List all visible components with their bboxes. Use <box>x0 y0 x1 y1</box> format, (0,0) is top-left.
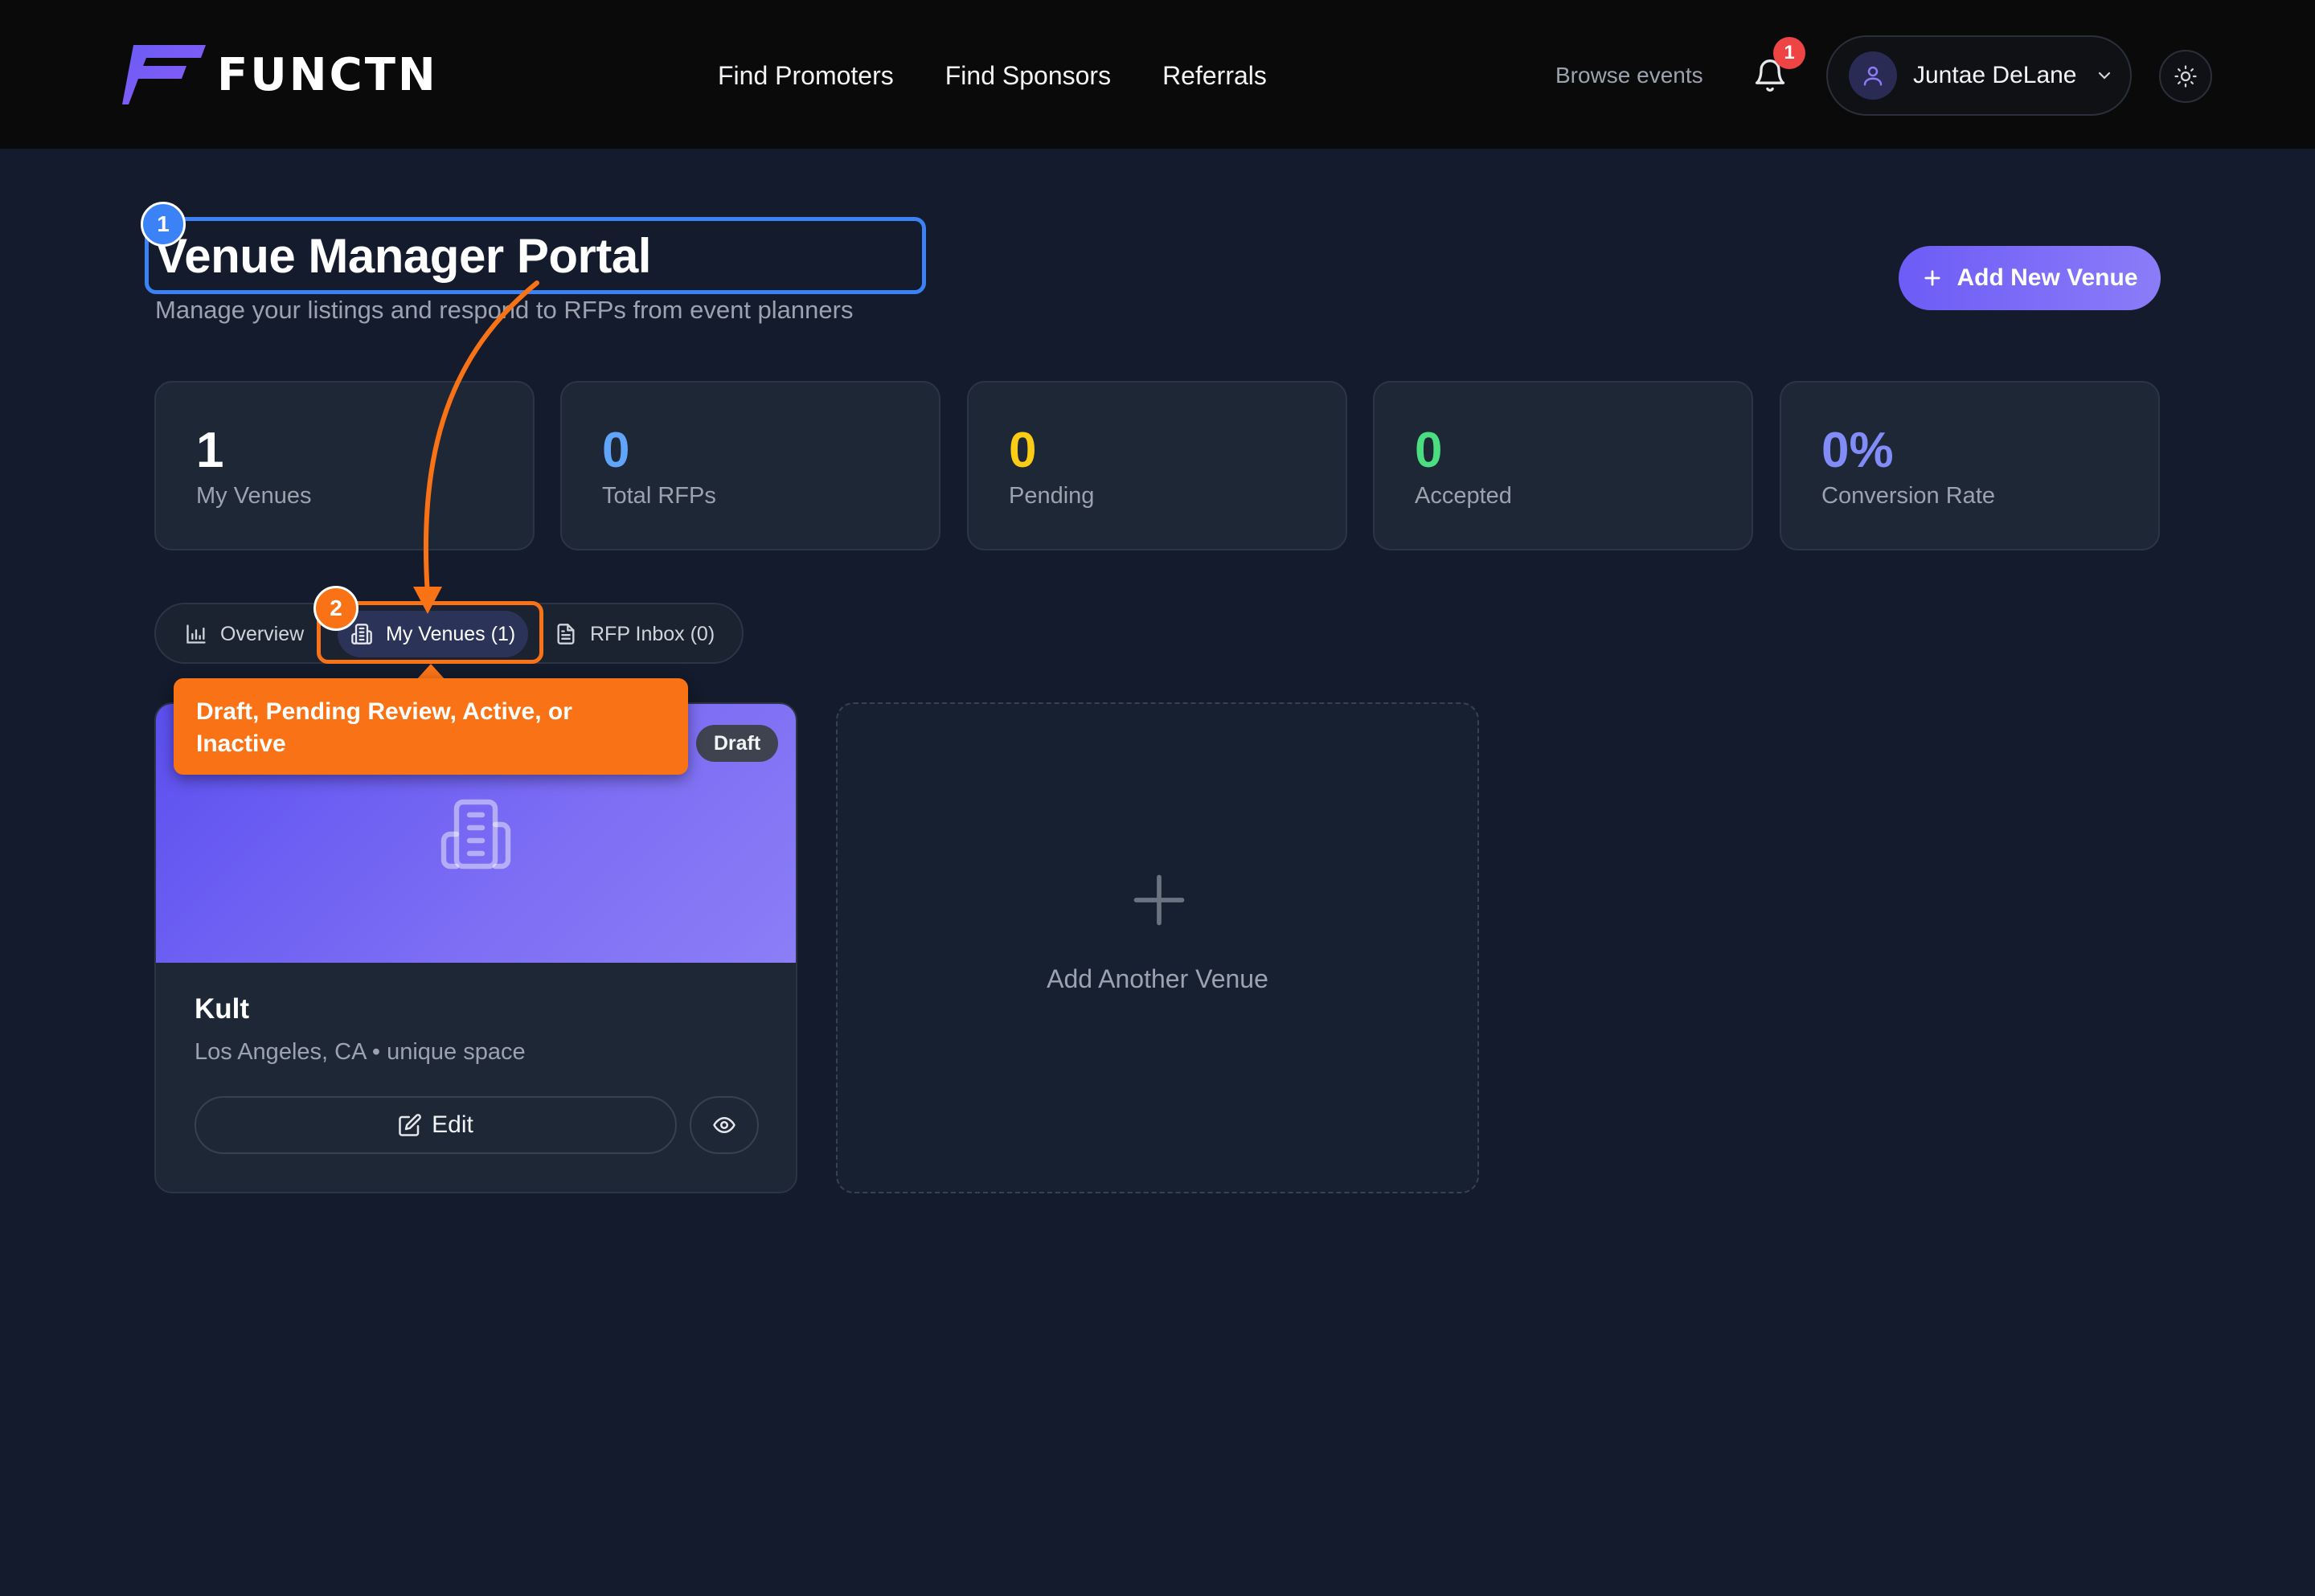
functn-logo[interactable]: FUNCTN <box>122 45 438 104</box>
add-another-venue-label: Add Another Venue <box>1047 964 1268 993</box>
chevron-down-icon <box>2098 72 2110 80</box>
sun-icon <box>2174 65 2197 88</box>
tab-overview[interactable]: Overview <box>172 611 317 657</box>
page-title: Venue Manager Portal <box>155 229 651 283</box>
add-another-venue-card[interactable]: Add Another Venue <box>836 702 1479 1193</box>
stat-card-my-venues: 1 My Venues <box>154 381 535 550</box>
theme-toggle-button[interactable] <box>2159 50 2212 103</box>
nav-referrals[interactable]: Referrals <box>1162 55 1267 96</box>
tab-label: My Venues (1) <box>386 622 516 645</box>
add-new-venue-button[interactable]: Add New Venue <box>1899 246 2161 310</box>
edit-label: Edit <box>432 1111 473 1138</box>
tab-label: RFP Inbox (0) <box>590 622 715 645</box>
logo-text: FUNCTN <box>217 48 438 101</box>
stat-label: Conversion Rate <box>1821 483 1995 509</box>
stat-value: 0 <box>1415 423 1443 478</box>
add-new-venue-label: Add New Venue <box>1956 264 2138 291</box>
plus-icon <box>1924 270 1941 286</box>
building-icon <box>351 624 372 645</box>
user-name: Juntae DeLane <box>1913 62 2077 88</box>
main-nav: Find Promoters Find Sponsors Referrals <box>718 55 1267 96</box>
nav-find-sponsors[interactable]: Find Sponsors <box>945 55 1111 96</box>
notification-badge: 1 <box>1773 37 1805 69</box>
stat-label: Pending <box>1009 483 1095 509</box>
tooltip-pointer <box>416 664 445 680</box>
plus-icon <box>1133 874 1185 926</box>
user-icon <box>1863 66 1883 86</box>
eye-icon <box>713 1117 735 1133</box>
stat-card-pending: 0 Pending <box>967 381 1347 550</box>
stat-label: Total RFPs <box>602 483 716 509</box>
venue-meta: Los Angeles, CA • unique space <box>195 1039 526 1065</box>
tab-rfp-inbox[interactable]: RFP Inbox (0) <box>542 611 727 657</box>
building-icon <box>440 799 511 870</box>
stat-label: My Venues <box>196 483 312 509</box>
stat-value: 1 <box>196 423 224 478</box>
venue-name: Kult <box>195 993 250 1025</box>
file-text-icon <box>557 624 575 645</box>
stat-card-total-rfps: 0 Total RFPs <box>560 381 940 550</box>
view-venue-button[interactable] <box>690 1096 759 1154</box>
edit-icon <box>399 1114 422 1136</box>
nav-find-promoters[interactable]: Find Promoters <box>718 55 894 96</box>
avatar <box>1849 51 1897 100</box>
step-badge-1: 1 <box>141 202 186 247</box>
browse-events-link[interactable]: Browse events <box>1555 58 1703 93</box>
step-badge-2: 2 <box>313 586 359 631</box>
top-navbar: FUNCTN Find Promoters Find Sponsors Refe… <box>0 0 2315 149</box>
stat-value: 0 <box>602 423 630 478</box>
edit-venue-button[interactable]: Edit <box>195 1096 677 1154</box>
stat-card-conversion-rate: 0% Conversion Rate <box>1780 381 2160 550</box>
bar-chart-icon <box>186 624 206 644</box>
page-subtitle: Manage your listings and respond to RFPs… <box>155 296 854 324</box>
functn-logo-icon <box>122 45 206 104</box>
tab-my-venues[interactable]: My Venues (1) <box>338 611 529 657</box>
status-badge: Draft <box>696 725 778 762</box>
stat-label: Accepted <box>1415 483 1512 509</box>
status-tooltip: Draft, Pending Review, Active, or Inacti… <box>174 678 688 775</box>
stat-value: 0% <box>1821 423 1894 478</box>
venue-card[interactable]: Draft Kult Los Angeles, CA • unique spac… <box>154 702 797 1193</box>
user-menu-button[interactable]: Juntae DeLane <box>1826 35 2132 116</box>
venue-tabs: Overview My Venues (1) RFP Inbox (0) <box>154 603 744 664</box>
stat-card-accepted: 0 Accepted <box>1373 381 1753 550</box>
tab-label: Overview <box>220 622 305 645</box>
stat-value: 0 <box>1009 423 1037 478</box>
